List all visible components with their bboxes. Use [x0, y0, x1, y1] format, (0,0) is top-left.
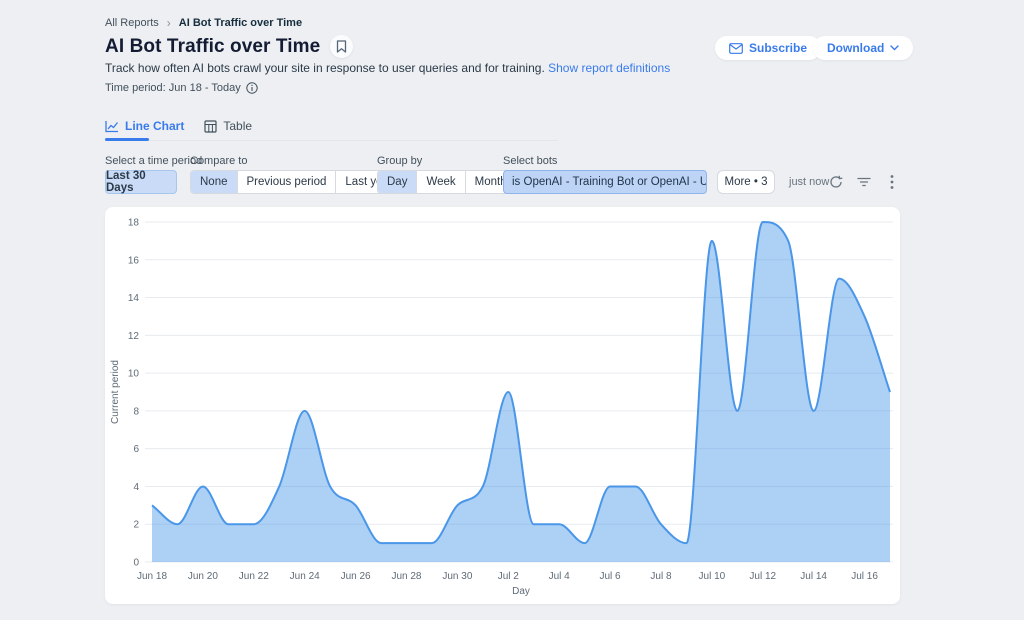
time-period-filter-label: Select a time period: [105, 155, 202, 167]
group-by-filter-label: Group by: [377, 155, 422, 167]
select-bots-filter-label: Select bots: [503, 155, 557, 167]
compare-to-segmented: None Previous period Last year: [190, 170, 403, 194]
more-filters-button[interactable]: More • 3: [717, 170, 775, 194]
breadcrumb: All Reports › AI Bot Traffic over Time: [105, 16, 302, 30]
chevron-down-icon: [890, 45, 899, 51]
group-by-option-week[interactable]: Week: [417, 171, 465, 193]
breadcrumb-chevron-icon: ›: [167, 16, 171, 30]
svg-text:Jul 16: Jul 16: [851, 571, 878, 582]
svg-text:10: 10: [128, 369, 140, 380]
kebab-icon: [890, 174, 894, 190]
svg-text:Jun 24: Jun 24: [290, 571, 320, 582]
svg-text:2: 2: [133, 520, 139, 531]
refresh-button[interactable]: [824, 170, 848, 194]
breadcrumb-all-reports[interactable]: All Reports: [105, 17, 159, 29]
time-period-row: Time period: Jun 18 - Today: [105, 82, 258, 94]
svg-text:Jul 4: Jul 4: [549, 571, 571, 582]
tab-table-label: Table: [223, 119, 252, 133]
tab-table[interactable]: Table: [204, 119, 252, 141]
group-by-option-day[interactable]: Day: [378, 171, 417, 193]
page-title: AI Bot Traffic over Time: [105, 36, 320, 58]
svg-text:4: 4: [133, 482, 139, 493]
svg-text:Jun 22: Jun 22: [239, 571, 269, 582]
svg-text:12: 12: [128, 331, 140, 342]
svg-text:14: 14: [128, 293, 140, 304]
info-icon[interactable]: [246, 82, 258, 94]
svg-text:6: 6: [133, 444, 139, 455]
download-label: Download: [827, 41, 884, 55]
svg-text:Jun 26: Jun 26: [341, 571, 371, 582]
page-subtitle: Track how often AI bots crawl your site …: [105, 61, 670, 75]
tabs-divider: [105, 140, 558, 141]
compare-option-none[interactable]: None: [191, 171, 238, 193]
refresh-icon: [829, 175, 843, 189]
compare-to-filter-label: Compare to: [190, 155, 247, 167]
page-title-row: AI Bot Traffic over Time: [105, 35, 353, 58]
group-by-segmented: Day Week Month: [377, 170, 517, 194]
svg-text:Jul 8: Jul 8: [650, 571, 672, 582]
kebab-menu-button[interactable]: [880, 170, 904, 194]
svg-text:Jun 30: Jun 30: [442, 571, 472, 582]
breadcrumb-current: AI Bot Traffic over Time: [179, 17, 302, 29]
bookmark-icon: [336, 40, 347, 53]
time-period-text: Time period: Jun 18 - Today: [105, 82, 241, 94]
line-chart-icon: [105, 120, 119, 133]
download-button[interactable]: Download: [813, 36, 913, 60]
svg-text:Jul 10: Jul 10: [699, 571, 726, 582]
svg-text:Jul 12: Jul 12: [749, 571, 776, 582]
svg-text:8: 8: [133, 406, 139, 417]
traffic-area-chart[interactable]: 0 2 4 6 8 10 12 14 16 18 Jun 18 Jun 20 Jun 22 Jun 24 J…: [105, 207, 900, 604]
svg-text:Jun 18: Jun 18: [137, 571, 167, 582]
active-tab-underline: [105, 138, 149, 141]
chart-card: 0 2 4 6 8 10 12 14 16 18 Jun 18 Jun 20 Jun 22 Jun 24 J…: [105, 207, 900, 604]
svg-text:18: 18: [128, 218, 140, 229]
compare-option-previous-period[interactable]: Previous period: [238, 171, 337, 193]
bookmark-button[interactable]: [330, 35, 353, 58]
svg-text:Jul 14: Jul 14: [800, 571, 827, 582]
svg-text:Jul 6: Jul 6: [600, 571, 622, 582]
subtitle-text: Track how often AI bots crawl your site …: [105, 61, 545, 75]
subscribe-label: Subscribe: [749, 41, 807, 55]
show-report-definitions-link[interactable]: Show report definitions: [548, 61, 670, 75]
table-icon: [204, 120, 217, 133]
filter-button[interactable]: [852, 170, 876, 194]
svg-text:16: 16: [128, 255, 140, 266]
svg-text:0: 0: [133, 558, 139, 569]
svg-text:Jun 20: Jun 20: [188, 571, 218, 582]
svg-text:Jul 2: Jul 2: [498, 571, 520, 582]
svg-text:Current period: Current period: [110, 360, 121, 424]
envelope-icon: [729, 43, 743, 54]
filter-icon: [857, 176, 871, 188]
svg-text:Jun 28: Jun 28: [391, 571, 421, 582]
subscribe-button[interactable]: Subscribe: [715, 36, 821, 60]
svg-text:Day: Day: [512, 586, 530, 597]
select-bots-input[interactable]: is OpenAI - Training Bot or OpenAI - Use…: [503, 170, 707, 194]
tab-line-chart-label: Line Chart: [125, 119, 184, 133]
time-period-select[interactable]: Last 30 Days: [105, 170, 177, 194]
